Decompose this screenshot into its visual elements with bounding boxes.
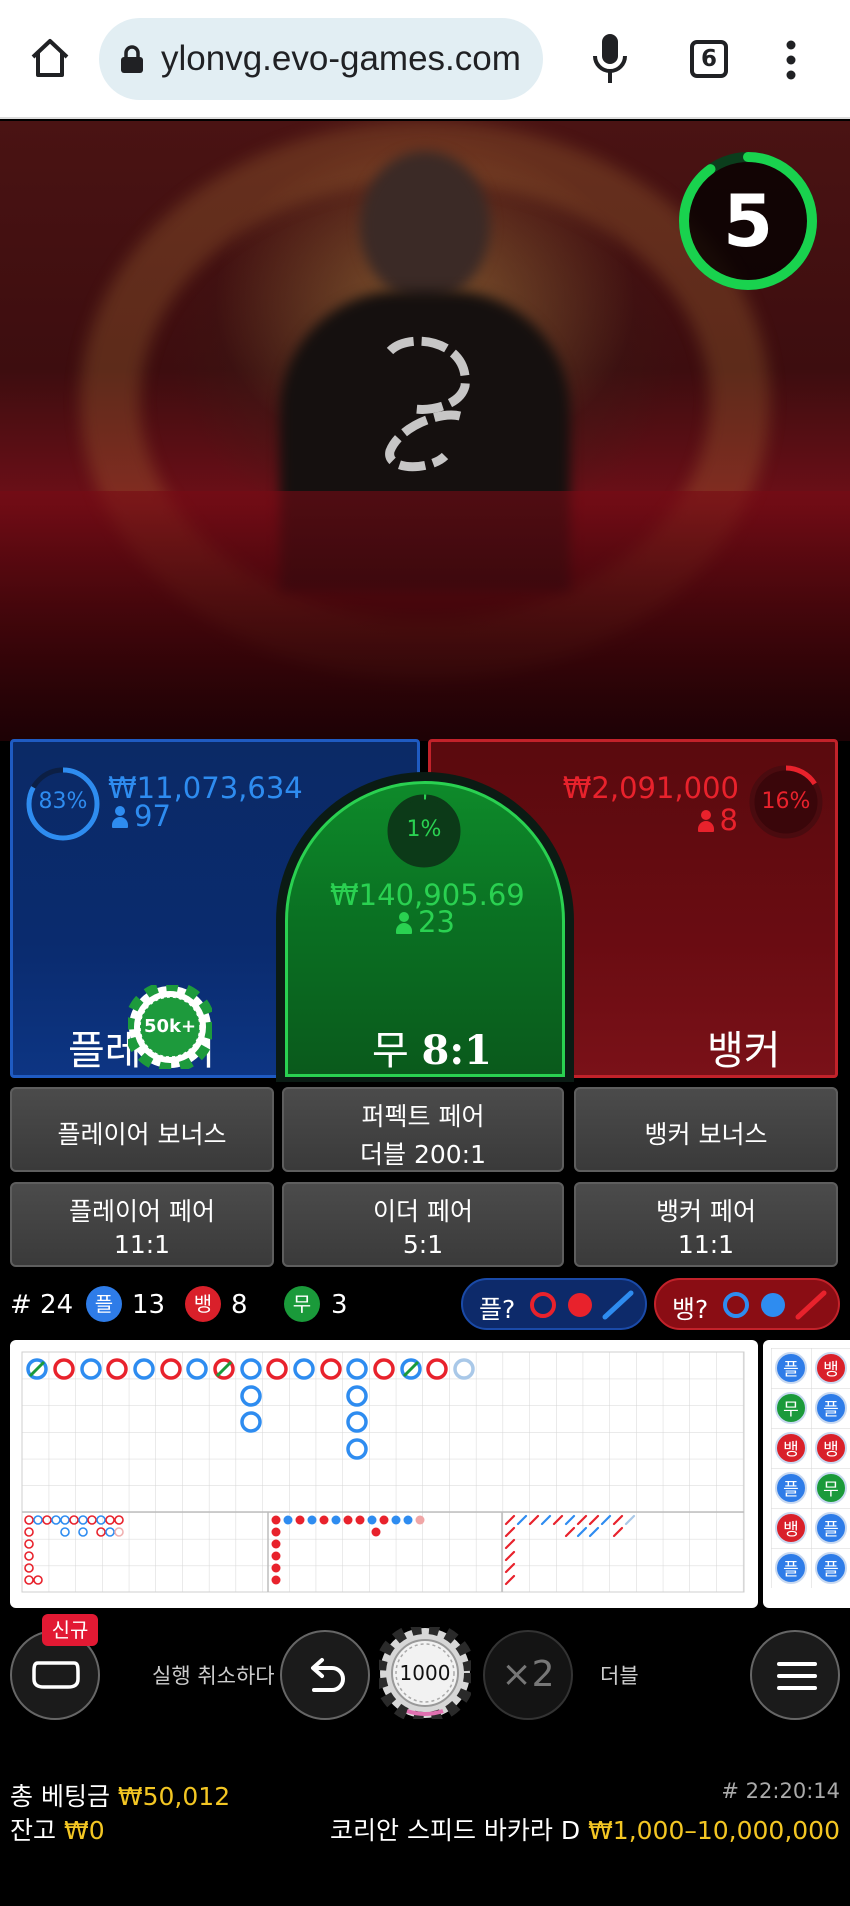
total-bet-label: 총 베팅금 — [10, 1782, 110, 1811]
perfect-pair-payout: 더블 200:1 — [360, 1140, 486, 1169]
round-time: # 22:20:14 — [721, 1779, 840, 1803]
address-bar[interactable]: ylonvg.evo-games.com — [99, 18, 543, 100]
player-pair-payout: 11:1 — [113, 1230, 171, 1259]
new-badge: 신규 — [42, 1614, 98, 1646]
bead-cell: 플 — [815, 1392, 847, 1424]
countdown-seconds: 5 — [722, 179, 774, 263]
bead-cell: 뱅 — [775, 1512, 807, 1544]
hamburger-menu-icon — [777, 1662, 817, 1690]
tab-switcher-button[interactable]: 6 — [690, 40, 728, 78]
tie-bettor-count: 23 — [396, 905, 455, 939]
table-limits: ₩1,000–10,000,000 — [588, 1816, 840, 1845]
undo-label: 실행 취소하다 — [152, 1664, 275, 1688]
person-icon — [396, 912, 412, 934]
either-pair-button[interactable]: 이더 페어 5:1 — [282, 1182, 564, 1267]
bead-plate[interactable]: 플뱅무플뱅뱅플무뱅플플플 — [763, 1340, 850, 1608]
perfect-pair-button[interactable]: 퍼펙트 페어 더블 200:1 — [282, 1087, 564, 1172]
bead-cell: 뱅 — [775, 1432, 807, 1464]
chip-selector-1000[interactable]: 1000 — [374, 1622, 476, 1724]
either-pair-label: 이더 페어 — [373, 1197, 473, 1226]
bead-cell: 플 — [775, 1472, 807, 1504]
player-pair-button[interactable]: 플레이어 페어 11:1 — [10, 1182, 274, 1267]
person-icon — [697, 810, 714, 832]
player-bonus-label: 플레이어 보너스 — [57, 1120, 227, 1149]
bead-cell: 뱅 — [815, 1432, 847, 1464]
banker-wins: 8 — [231, 1290, 248, 1320]
banker-pair-payout: 11:1 — [677, 1230, 735, 1259]
home-icon[interactable] — [28, 36, 72, 80]
double-label: 더블 — [600, 1664, 639, 1688]
player-bonus-button[interactable]: 플레이어 보너스 — [10, 1087, 274, 1172]
table-info: 코리안 스피드 바카라 D ₩1,000–10,000,000 — [330, 1811, 840, 1847]
banker-badge: 뱅 — [185, 1286, 221, 1322]
banker-spot-label: 뱅커 — [707, 1028, 781, 1074]
menu-button[interactable] — [750, 1630, 840, 1720]
tie-wins: 3 — [331, 1290, 348, 1320]
tie-payout: 8:1 — [421, 1027, 492, 1074]
bead-cell: 무 — [775, 1392, 807, 1424]
player-pair-label: 플레이어 페어 — [69, 1197, 215, 1226]
balance-label: 잔고 — [10, 1816, 57, 1845]
tie-spot-label: 무 8:1 — [372, 1018, 492, 1076]
table-surface — [0, 491, 850, 741]
roadmap-scoreboard[interactable] — [10, 1340, 758, 1608]
mic-icon[interactable] — [590, 32, 630, 86]
bead-cell: 플 — [815, 1512, 847, 1544]
banker-pair-button[interactable]: 뱅커 페어 11:1 — [574, 1182, 838, 1267]
table-name: 코리안 스피드 바카라 D — [330, 1816, 581, 1845]
either-pair-payout: 5:1 — [402, 1230, 444, 1259]
bead-cell: 플 — [815, 1552, 847, 1584]
banker-bonus-button[interactable]: 뱅커 보너스 — [574, 1087, 838, 1172]
banker-bonus-label: 뱅커 보너스 — [644, 1120, 768, 1149]
player-count-value: 97 — [134, 799, 171, 833]
undo-button[interactable] — [280, 1630, 370, 1720]
placed-chip-50k[interactable]: 50k+ — [124, 981, 216, 1073]
banker-total-amount: ₩2,091,000 — [562, 771, 739, 805]
perfect-pair-label: 퍼펙트 페어 — [361, 1102, 485, 1131]
banker-percent: 16% — [761, 789, 811, 814]
total-bet-value: ₩50,012 — [117, 1782, 231, 1811]
chip-50k-label: 50k+ — [143, 1016, 197, 1037]
tie-count-value: 23 — [418, 905, 455, 939]
bead-cell: 뱅 — [815, 1352, 847, 1384]
banker-bettor-count: 8 — [697, 803, 738, 837]
big-road-grid — [21, 1351, 745, 1593]
chat-bubble-icon — [32, 1661, 80, 1689]
tie-label: 무 — [372, 1028, 409, 1074]
double-button[interactable]: ×2 — [483, 1630, 573, 1720]
banker-count-value: 8 — [719, 803, 738, 837]
bead-cell: 플 — [775, 1352, 807, 1384]
banker-ask-preview-icons — [723, 1290, 827, 1320]
player-ask-preview-icons — [530, 1290, 634, 1320]
undo-arrow-icon — [311, 1658, 345, 1692]
player-bettor-count: 97 — [112, 799, 171, 833]
lock-icon — [121, 45, 143, 73]
url-text: ylonvg.evo-games.com — [161, 39, 521, 78]
total-bet: 총 베팅금 ₩50,012 — [10, 1777, 230, 1813]
tie-percent: 1% — [406, 817, 442, 842]
player-ask-button[interactable]: 플? — [461, 1278, 647, 1330]
bead-cell: 플 — [775, 1552, 807, 1584]
banker-ask-button[interactable]: 뱅? — [654, 1278, 840, 1330]
banker-ask-label: 뱅? — [672, 1295, 709, 1324]
person-icon — [112, 806, 128, 828]
bead-cell: 무 — [815, 1472, 847, 1504]
balance-value: ₩0 — [63, 1816, 105, 1845]
player-wins: 13 — [132, 1290, 166, 1320]
player-badge: 플 — [86, 1286, 122, 1322]
more-vert-icon[interactable] — [783, 40, 799, 80]
balance: 잔고 ₩0 — [10, 1811, 105, 1847]
chip-value: 1000 — [399, 1661, 451, 1685]
double-icon: ×2 — [501, 1654, 555, 1695]
banker-pair-label: 뱅커 페어 — [656, 1197, 756, 1226]
tie-badge: 무 — [284, 1286, 320, 1322]
loading-spinner-icon — [385, 336, 470, 472]
player-percent: 83% — [38, 789, 88, 814]
browser-toolbar: ylonvg.evo-games.com 6 — [0, 0, 850, 119]
player-ask-label: 플? — [479, 1295, 516, 1324]
round-count: # 24 — [10, 1290, 74, 1320]
